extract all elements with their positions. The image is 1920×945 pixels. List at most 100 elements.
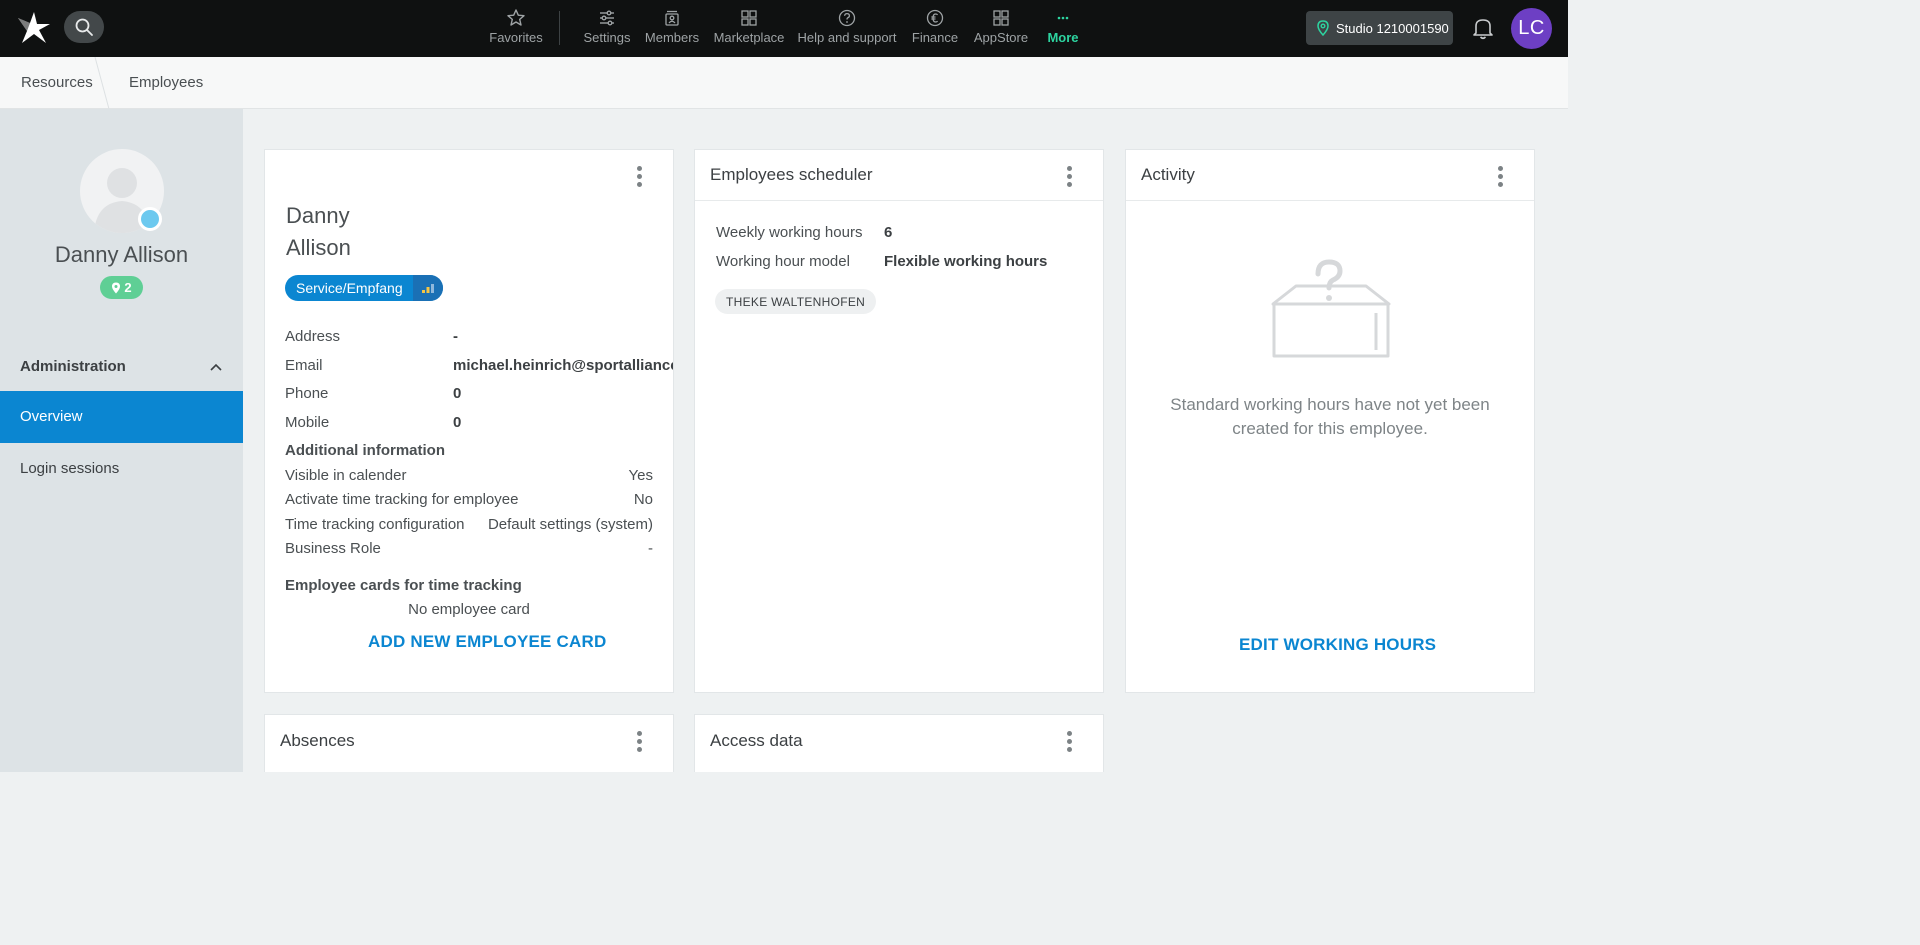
map-pin-icon (112, 282, 121, 293)
employee-full-name: Danny Allison (286, 200, 351, 264)
mobile-value: 0 (453, 414, 462, 431)
card-header: Employees scheduler (695, 150, 1103, 201)
studio-selector-button[interactable]: Studio 1210001590 (1306, 11, 1453, 45)
star-icon (507, 9, 525, 26)
nav-divider (559, 11, 560, 45)
nav-appstore[interactable]: AppStore (972, 8, 1030, 50)
role-label: Service/Empfang (296, 280, 403, 296)
signal-bars-icon (412, 275, 443, 301)
role-badge[interactable]: Service/Empfang (285, 275, 443, 301)
sliders-icon (600, 10, 614, 26)
nav-members[interactable]: Members (643, 8, 701, 50)
apps-icon (993, 10, 1009, 26)
activity-card: Activity Standard working hours have not… (1125, 149, 1535, 693)
chevron-up-icon (210, 363, 222, 371)
studio-label: Studio 1210001590 (1336, 20, 1449, 36)
empty-working-hours-message: Standard working hours have not yet been… (1170, 395, 1490, 438)
card-menu-kebab-icon[interactable] (635, 731, 643, 753)
business-role-value: - (648, 540, 653, 557)
visible-calendar-label: Visible in calender (285, 467, 407, 484)
employee-details-card: Danny Allison Service/Empfang Address - … (264, 149, 674, 693)
card-menu-kebab-icon[interactable] (1065, 731, 1073, 753)
nav-favorites[interactable]: Favorites (486, 8, 546, 50)
sidebar-item-login-sessions[interactable]: Login sessions (0, 443, 243, 495)
online-status-indicator (138, 207, 162, 231)
scheduler-card-title: Employees scheduler (710, 165, 873, 184)
location-count: 2 (124, 280, 132, 295)
nav-favorites-label: Favorites (489, 30, 543, 45)
add-employee-card-button[interactable]: ADD NEW EMPLOYEE CARD (368, 632, 606, 652)
nav-finance[interactable]: Finance (910, 8, 960, 50)
location-count-badge[interactable]: 2 (100, 276, 143, 299)
nav-marketplace[interactable]: Marketplace (712, 8, 786, 50)
time-tracking-label: Activate time tracking for employee (285, 491, 519, 508)
additional-info-heading: Additional information (285, 442, 445, 459)
more-dots-icon (1057, 16, 1069, 20)
breadcrumb: Resources Employees (0, 57, 1568, 109)
no-employee-card-text: No employee card (408, 601, 530, 618)
working-model-value: Flexible working hours (884, 253, 1048, 270)
email-value[interactable]: michael.heinrich@sportalliance.com (453, 357, 673, 374)
breadcrumb-separator (94, 57, 110, 109)
nav-marketplace-label: Marketplace (713, 30, 785, 45)
card-header: Activity (1126, 150, 1534, 201)
email-label: Email (285, 357, 323, 374)
search-icon (75, 18, 93, 36)
access-data-card-title: Access data (710, 731, 803, 750)
euro-icon (926, 9, 944, 27)
access-data-card: Access data (694, 714, 1104, 772)
top-navigation-bar: Favorites Settings Members Marketplace H… (0, 0, 1568, 57)
phone-label: Phone (285, 385, 329, 402)
user-initials: LC (1518, 17, 1545, 39)
business-role-label: Business Role (285, 540, 381, 557)
weekly-hours-value: 6 (884, 224, 893, 241)
activity-card-title: Activity (1141, 165, 1195, 184)
sidebar-section-administration[interactable]: Administration (0, 350, 243, 384)
nav-more-label: More (1047, 30, 1079, 45)
sidebar-section-title: Administration (20, 358, 126, 375)
grid-icon (741, 10, 757, 26)
time-tracking-value: No (633, 491, 653, 508)
breadcrumb-resources[interactable]: Resources (21, 74, 93, 91)
absences-card: Absences (264, 714, 674, 772)
bell-icon (1473, 19, 1493, 40)
phone-value: 0 (453, 385, 462, 402)
nav-finance-label: Finance (911, 30, 959, 45)
visible-calendar-value: Yes (628, 467, 653, 484)
time-tracking-config-label: Time tracking configuration (285, 516, 465, 533)
employees-scheduler-card: Employees scheduler Weekly working hours… (694, 149, 1104, 693)
search-button[interactable] (64, 11, 104, 43)
time-tracking-config-value: Default settings (system) (487, 516, 653, 533)
nav-settings[interactable]: Settings (580, 8, 634, 50)
members-icon (665, 10, 679, 26)
nav-more[interactable]: More (1042, 8, 1084, 50)
working-model-label: Working hour model (716, 253, 850, 270)
location-tag: THEKE WALTENHOFEN (715, 289, 877, 314)
user-avatar-button[interactable]: LC (1511, 8, 1552, 49)
sidebar-employee-name: Danny Allison (54, 242, 189, 267)
nav-help-and-support[interactable]: Help and support (796, 8, 898, 50)
sidebar-item-label: Overview (20, 408, 83, 425)
mobile-label: Mobile (285, 414, 330, 431)
address-value: - (453, 328, 458, 345)
card-menu-kebab-icon[interactable] (1496, 166, 1504, 188)
empty-box-question-icon (1271, 259, 1391, 358)
app-logo-star-icon[interactable] (16, 10, 52, 46)
absences-card-title: Absences (280, 731, 355, 750)
sidebar-item-overview[interactable]: Overview (0, 391, 243, 443)
breadcrumb-employees: Employees (129, 74, 204, 91)
employee-cards-heading: Employee cards for time tracking (285, 577, 522, 594)
notifications-button[interactable] (1470, 15, 1496, 41)
nav-members-label: Members (644, 30, 700, 45)
nav-help-label: Help and support (797, 30, 897, 45)
question-icon (838, 9, 856, 27)
edit-working-hours-button[interactable]: EDIT WORKING HOURS (1239, 635, 1436, 655)
nav-appstore-label: AppStore (973, 30, 1029, 45)
location-pin-icon (1317, 20, 1329, 36)
card-menu-kebab-icon[interactable] (635, 166, 643, 188)
weekly-hours-label: Weekly working hours (716, 224, 863, 241)
sidebar-item-label: Login sessions (20, 460, 120, 477)
card-menu-kebab-icon[interactable] (1065, 166, 1073, 188)
employee-first-name: Danny (286, 203, 350, 228)
address-label: Address (285, 328, 341, 345)
